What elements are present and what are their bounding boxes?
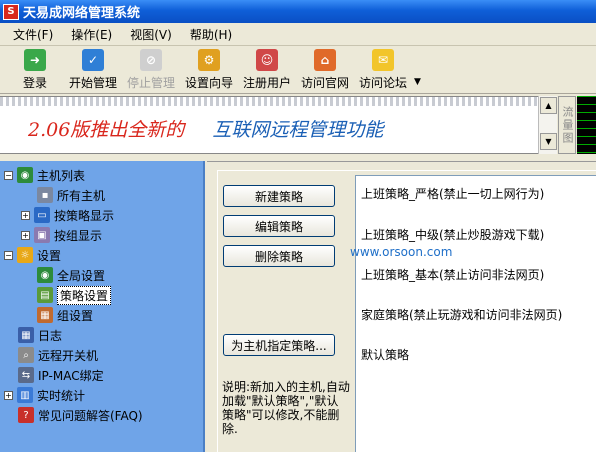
scroll-up-icon[interactable]: ▲ [540, 97, 557, 114]
monitor-icon: ▭ [34, 207, 50, 223]
visit-website-button[interactable]: ⌂ 访问官网 [296, 47, 354, 93]
policy-folder-icon: ▤ [37, 287, 53, 303]
tree-label: 全局设置 [57, 268, 106, 283]
tree-node-by-policy[interactable]: + ▭ 按策略显示 [21, 205, 114, 225]
tree-node-remote-power[interactable]: ⌕ 远程开关机 [18, 345, 98, 365]
expand-toggle-icon[interactable]: + [4, 390, 13, 400]
log-grid-icon: ▦ [18, 327, 34, 343]
scroll-down-icon[interactable]: ▼ [540, 133, 557, 150]
banner-text: 2.06版推出全新的 互联网远程管理功能 [28, 115, 383, 142]
tree-node-log[interactable]: ▦ 日志 [18, 325, 62, 345]
group-icon: ▣ [34, 227, 50, 243]
login-label: 登录 [22, 76, 47, 90]
banner-scrollbar[interactable]: ▲ ▼ [538, 96, 557, 154]
tree-node-ip-mac[interactable]: ⇆ IP-MAC绑定 [18, 365, 104, 385]
menu-file[interactable]: 文件(F) [4, 26, 62, 43]
home-icon: ⌂ [314, 49, 336, 71]
menu-help[interactable]: 帮助(H) [181, 26, 241, 43]
faq-icon: ? [18, 407, 34, 423]
tree-node-by-group[interactable]: + ▣ 按组显示 [21, 225, 102, 245]
gear-icon: ☼ [17, 247, 33, 263]
setup-wizard-button[interactable]: ⚙ 设置向导 [180, 47, 238, 93]
login-icon: ➜ [24, 49, 46, 71]
start-manage-button[interactable]: ✓ 开始管理 [64, 47, 122, 93]
traffic-graph [577, 96, 596, 154]
tree-label: 主机列表 [37, 168, 86, 183]
tree-label: 日志 [38, 328, 63, 343]
tree-label: 按组显示 [54, 228, 103, 243]
globe-icon: ◉ [17, 167, 33, 183]
register-user-icon: ☺ [256, 49, 278, 71]
collapse-toggle-icon[interactable]: − [4, 250, 13, 260]
tree-node-realtime-stats[interactable]: + ▥ 实时统计 [4, 385, 85, 405]
tree-node-host-list[interactable]: − ◉ 主机列表 [4, 165, 85, 185]
network-icon: ⇆ [18, 367, 34, 383]
stop-manage-label: 停止管理 [126, 76, 175, 90]
tree-node-policy-settings[interactable]: ▤ 策略设置 [37, 285, 112, 305]
wizard-icon: ⚙ [198, 49, 220, 71]
globe-settings-icon: ◉ [37, 267, 53, 283]
login-button[interactable]: ➜ 登录 [6, 47, 64, 93]
policy-list[interactable]: 上班策略_严格(禁止一切上网行为) 上班策略_中级(禁止炒股游戏下载) 上班策略… [355, 175, 596, 452]
group-settings-icon: ▦ [37, 307, 53, 323]
tree-label: 所有主机 [57, 188, 106, 203]
policy-item[interactable]: 上班策略_基本(禁止访问非法网页) [361, 266, 544, 283]
delete-policy-button[interactable]: 删除策略 [223, 245, 335, 267]
host-icon: ▪ [37, 187, 53, 203]
menu-operation[interactable]: 操作(E) [62, 26, 121, 43]
expand-toggle-icon[interactable]: + [21, 230, 30, 240]
app-logo-icon: S [3, 3, 19, 20]
menu-view[interactable]: 视图(V) [121, 26, 181, 43]
tree-node-settings[interactable]: − ☼ 设置 [4, 245, 61, 265]
tree-label: IP-MAC绑定 [38, 368, 104, 383]
tree-node-faq[interactable]: ? 常见问题解答(FAQ) [18, 405, 143, 425]
start-manage-label: 开始管理 [68, 76, 117, 90]
tree-label: 实时统计 [37, 388, 86, 403]
register-user-label: 注册用户 [242, 76, 291, 90]
policy-item[interactable]: 上班策略_中级(禁止炒股游戏下载) [361, 226, 544, 243]
tree-label: 远程开关机 [38, 348, 99, 363]
policy-item[interactable]: 家庭策略(禁止玩游戏和访问非法网页) [361, 306, 562, 323]
title-bar: S 天易成网络管理系统 [0, 0, 596, 23]
policy-item[interactable]: 上班策略_严格(禁止一切上网行为) [361, 185, 544, 202]
banner-text-blue: 互联网远程管理功能 [212, 119, 384, 141]
watermark-text: www.orsoon.com [350, 245, 453, 259]
assign-policy-button[interactable]: 为主机指定策略... [223, 334, 335, 356]
search-power-icon: ⌕ [18, 347, 34, 363]
new-policy-button[interactable]: 新建策略 [223, 185, 335, 207]
collapse-toggle-icon[interactable]: − [4, 170, 13, 180]
tree-label: 常见问题解答(FAQ) [38, 408, 143, 423]
tree-node-global-settings[interactable]: ◉ 全局设置 [37, 265, 105, 285]
setup-wizard-label: 设置向导 [184, 76, 233, 90]
menu-bar: 文件(F) 操作(E) 视图(V) 帮助(H) [0, 24, 596, 46]
expand-toggle-icon[interactable]: + [21, 210, 30, 220]
banner-stripe [0, 97, 557, 106]
toolbar-more-icon[interactable]: ▼ [414, 77, 421, 87]
tree-label: 策略设置 [57, 285, 112, 305]
stats-icon: ▥ [17, 387, 33, 403]
visit-forum-button[interactable]: ✉ 访问论坛 [354, 47, 412, 93]
register-user-button[interactable]: ☺ 注册用户 [238, 47, 296, 93]
promo-banner: 2.06版推出全新的 互联网远程管理功能 [0, 96, 557, 154]
tree-label: 组设置 [57, 308, 94, 323]
policy-item[interactable]: 默认策略 [361, 346, 409, 363]
banner-text-red: 2.06版推出全新的 [28, 119, 185, 141]
policy-note: 说明:新加入的主机,自动加载"默认策略","默认策略"可以修改,不能删除. [222, 380, 350, 436]
tree-label: 按策略显示 [54, 208, 115, 223]
traffic-graph-label: 流量图 [558, 96, 576, 154]
start-check-icon: ✓ [82, 49, 104, 71]
edit-policy-button[interactable]: 编辑策略 [223, 215, 335, 237]
toolbar: ➜ 登录 ✓ 开始管理 ⊘ 停止管理 ⚙ 设置向导 ☺ 注册用户 ⌂ 访问官网 … [0, 47, 596, 94]
tree-node-all-hosts[interactable]: ▪ 所有主机 [37, 185, 105, 205]
stop-manage-button[interactable]: ⊘ 停止管理 [122, 47, 180, 93]
visit-website-label: 访问官网 [300, 76, 349, 90]
visit-forum-label: 访问论坛 [358, 76, 407, 90]
stop-icon: ⊘ [140, 49, 162, 71]
forum-icon: ✉ [372, 49, 394, 71]
window-title: 天易成网络管理系统 [23, 6, 141, 21]
tree-label: 设置 [37, 248, 62, 263]
tree-node-group-settings[interactable]: ▦ 组设置 [37, 305, 93, 325]
nav-tree: − ◉ 主机列表 ▪ 所有主机 + ▭ 按策略显示 + ▣ 按组显示 − ☼ 设… [0, 161, 205, 452]
